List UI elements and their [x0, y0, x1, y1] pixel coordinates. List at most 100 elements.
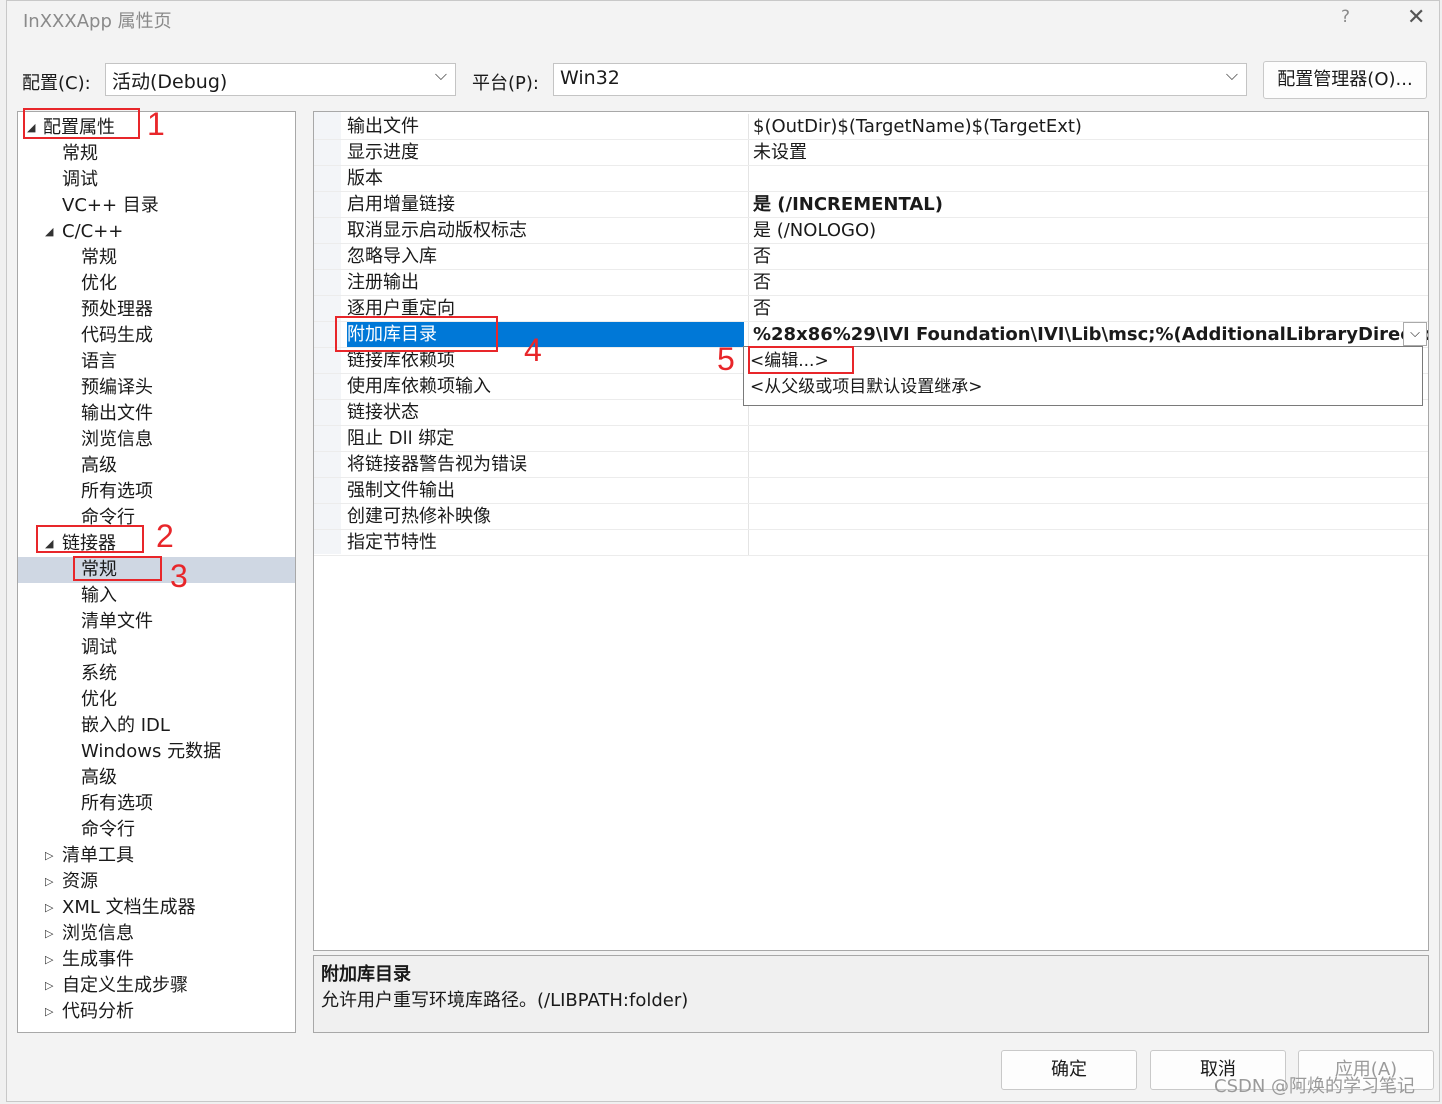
property-value[interactable]: 是 (/INCREMENTAL) [748, 192, 1428, 217]
tree-item[interactable]: 调试 [18, 167, 295, 193]
tree-item[interactable]: 优化 [18, 271, 295, 297]
config-manager-button[interactable]: 配置管理器(O)... [1263, 61, 1427, 99]
collapsed-triangle-icon[interactable]: ▷ [45, 921, 53, 947]
property-grid[interactable]: 输出文件 $(OutDir)$(TargetName)$(TargetExt) 显示… [313, 111, 1429, 951]
tree-item[interactable]: 浏览信息 [18, 427, 295, 453]
property-name: 指定节特性 [347, 532, 437, 553]
tree-item-label: 所有选项 [81, 793, 153, 814]
collapsed-triangle-icon[interactable]: ▷ [45, 895, 53, 921]
tree-item[interactable]: 常规 [18, 141, 295, 167]
annotation-box-3 [73, 556, 162, 581]
tree-item-label: Windows 元数据 [81, 741, 222, 762]
tree-item[interactable]: ▷ 资源 [18, 869, 295, 895]
collapsed-triangle-icon[interactable]: ▷ [45, 973, 53, 999]
property-row[interactable]: 注册输出 否 [314, 270, 1428, 296]
annotation-number-2: 2 [156, 518, 174, 554]
collapsed-triangle-icon[interactable]: ▷ [45, 947, 53, 973]
property-value[interactable]: 否 [748, 270, 1428, 295]
tree-item[interactable]: ▷ 代码分析 [18, 999, 295, 1025]
property-value[interactable] [748, 478, 1428, 503]
ok-button[interactable]: 确定 [1001, 1050, 1137, 1090]
tree-item-label: 系统 [81, 663, 117, 684]
property-value[interactable] [748, 530, 1428, 555]
tree-item[interactable]: 命令行 [18, 817, 295, 843]
tree-item[interactable]: 预编译头 [18, 375, 295, 401]
property-value[interactable]: %28x86%29\IVI Foundation\IVI\Lib\msc;%(A… [748, 322, 1428, 347]
tree-item-label: 生成事件 [62, 949, 134, 970]
property-row[interactable]: 忽略导入库 否 [314, 244, 1428, 270]
tree-item[interactable]: 高级 [18, 765, 295, 791]
property-value[interactable] [748, 166, 1428, 191]
annotation-box-4 [335, 316, 498, 352]
dropdown-item-inherit[interactable]: <从父级或项目默认设置继承> [750, 374, 983, 400]
config-combobox[interactable]: 活动(Debug) ⌵ [105, 63, 456, 96]
property-value[interactable]: 是 (/NOLOGO) [748, 218, 1428, 243]
tree-item[interactable]: ▷ 浏览信息 [18, 921, 295, 947]
value-dropdown-button[interactable]: ⌵ [1403, 322, 1427, 346]
chevron-down-icon: ⌵ [1225, 65, 1238, 84]
tree-item[interactable]: 所有选项 [18, 791, 295, 817]
tree-item[interactable]: ▷ 清单工具 [18, 843, 295, 869]
property-name: 强制文件输出 [347, 480, 455, 501]
annotation-number-3: 3 [170, 558, 188, 594]
tree-item[interactable]: Windows 元数据 [18, 739, 295, 765]
property-value[interactable] [748, 452, 1428, 477]
close-button[interactable]: ✕ [1407, 5, 1425, 30]
tree-item-label: 常规 [81, 247, 117, 268]
platform-combobox[interactable]: Win32 ⌵ [553, 63, 1247, 96]
property-row[interactable]: 输出文件 $(OutDir)$(TargetName)$(TargetExt) [314, 114, 1428, 140]
property-value[interactable]: $(OutDir)$(TargetName)$(TargetExt) [748, 114, 1428, 139]
tree-item[interactable]: 清单文件 [18, 609, 295, 635]
tree-item-label: XML 文档生成器 [62, 897, 196, 918]
tree-item[interactable]: 代码生成 [18, 323, 295, 349]
property-name: 链接状态 [347, 402, 419, 423]
property-name: 显示进度 [347, 142, 419, 163]
tree-item[interactable]: 预处理器 [18, 297, 295, 323]
tree-item-label: 调试 [81, 637, 117, 658]
watermark: CSDN @阿焕的学习笔记 [1214, 1076, 1416, 1097]
property-row[interactable]: 取消显示启动版权标志 是 (/NOLOGO) [314, 218, 1428, 244]
tree-item[interactable]: ◢ C/C++ [18, 219, 295, 245]
property-name: 将链接器警告视为错误 [347, 454, 527, 475]
window-title: InXXXApp 属性页 [23, 11, 172, 32]
collapsed-triangle-icon[interactable]: ▷ [45, 869, 53, 895]
property-row[interactable]: 指定节特性 [314, 530, 1428, 556]
tree-item[interactable]: 高级 [18, 453, 295, 479]
tree-item-label: 浏览信息 [62, 923, 134, 944]
property-row[interactable]: 强制文件输出 [314, 478, 1428, 504]
tree-item[interactable]: 语言 [18, 349, 295, 375]
annotation-box-2 [36, 525, 144, 553]
property-value[interactable]: 否 [748, 296, 1428, 321]
expanded-triangle-icon[interactable]: ◢ [45, 219, 53, 245]
platform-label: 平台(P): [472, 73, 539, 94]
property-row[interactable]: 版本 [314, 166, 1428, 192]
tree-item[interactable]: 常规 [18, 245, 295, 271]
property-value[interactable] [748, 504, 1428, 529]
tree-item-label: 浏览信息 [81, 429, 153, 450]
tree-item[interactable]: 系统 [18, 661, 295, 687]
platform-value: Win32 [560, 67, 620, 89]
property-value[interactable]: 未设置 [748, 140, 1428, 165]
tree-item[interactable]: 所有选项 [18, 479, 295, 505]
help-button[interactable]: ? [1341, 7, 1350, 27]
tree-item[interactable]: ▷ 生成事件 [18, 947, 295, 973]
property-row[interactable]: 启用增量链接 是 (/INCREMENTAL) [314, 192, 1428, 218]
collapsed-triangle-icon[interactable]: ▷ [45, 843, 53, 869]
property-value[interactable]: 否 [748, 244, 1428, 269]
tree-item[interactable]: 输入 [18, 583, 295, 609]
tree-item-label: 预编译头 [81, 377, 153, 398]
tree-item[interactable]: 嵌入的 IDL [18, 713, 295, 739]
tree-item[interactable]: 优化 [18, 687, 295, 713]
property-row[interactable]: 显示进度 未设置 [314, 140, 1428, 166]
property-row[interactable]: 阻止 Dll 绑定 [314, 426, 1428, 452]
tree-item[interactable]: 输出文件 [18, 401, 295, 427]
property-value[interactable] [748, 426, 1428, 451]
tree-item-label: 资源 [62, 871, 98, 892]
tree-item[interactable]: 调试 [18, 635, 295, 661]
tree-item[interactable]: ▷ XML 文档生成器 [18, 895, 295, 921]
tree-item[interactable]: ▷ 自定义生成步骤 [18, 973, 295, 999]
property-row[interactable]: 创建可热修补映像 [314, 504, 1428, 530]
collapsed-triangle-icon[interactable]: ▷ [45, 999, 53, 1025]
tree-item[interactable]: VC++ 目录 [18, 193, 295, 219]
property-row[interactable]: 将链接器警告视为错误 [314, 452, 1428, 478]
